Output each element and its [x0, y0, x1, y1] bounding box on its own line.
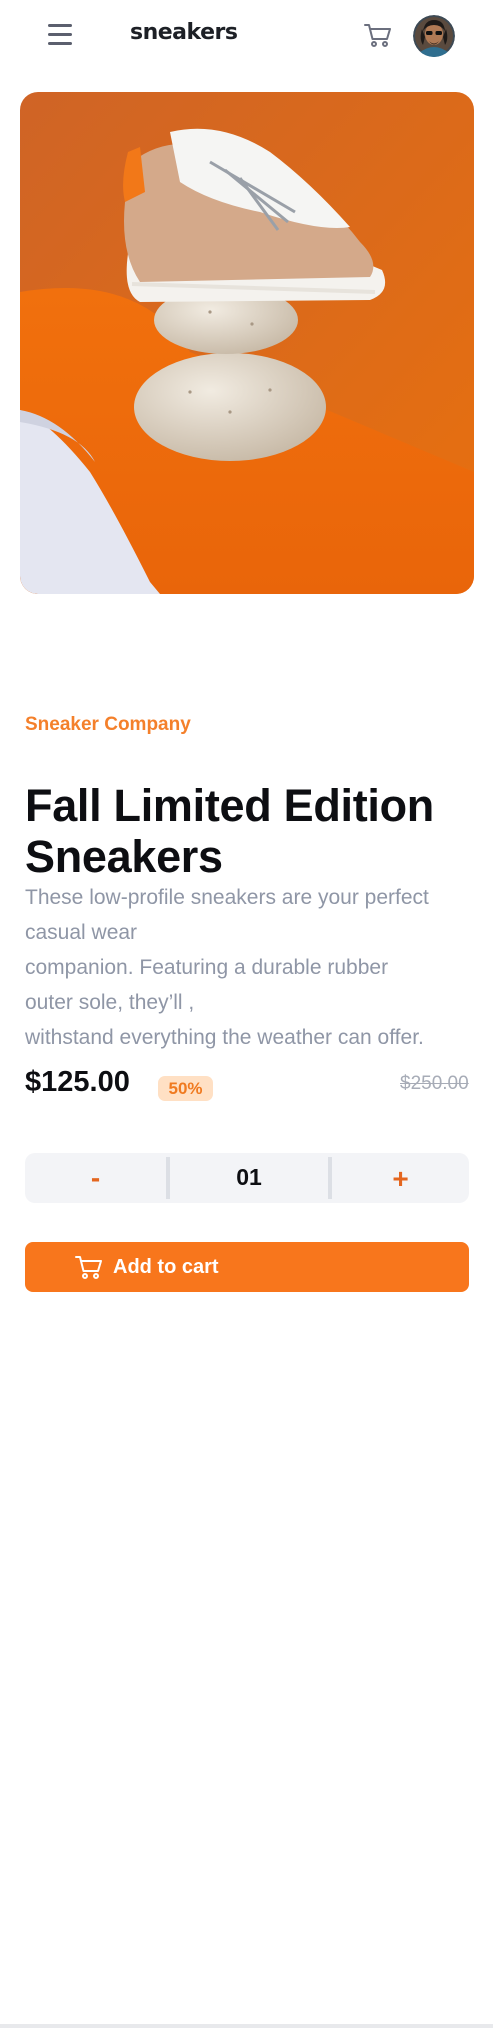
product-description: These low-profile sneakers are your perf… — [25, 880, 485, 1055]
logo[interactable]: sneakers — [130, 20, 238, 45]
cart-icon — [74, 1253, 104, 1281]
user-avatar[interactable] — [413, 15, 455, 57]
description-line: withstand everything the weather can off… — [25, 1026, 424, 1049]
description-line: These low-profile sneakers are your perf… — [25, 886, 429, 909]
product-title-line: Fall Limited Edition — [25, 780, 434, 831]
product-image[interactable] — [20, 92, 474, 594]
original-price: $250.00 — [400, 1073, 469, 1094]
hamburger-menu-icon[interactable] — [48, 24, 72, 46]
product-title: Fall Limited Edition Sneakers — [25, 780, 475, 882]
page-bottom-divider — [0, 2024, 493, 2028]
quantity-value: 01 — [236, 1164, 262, 1190]
top-navbar: sneakers — [0, 0, 493, 72]
decrease-quantity-button[interactable]: - — [25, 1153, 166, 1203]
quantity-stepper: - 01 + — [25, 1153, 469, 1203]
current-price: $125.00 — [25, 1066, 130, 1098]
increase-quantity-button[interactable]: + — [332, 1153, 469, 1203]
cart-icon[interactable] — [363, 20, 393, 50]
add-to-cart-button[interactable]: Add to cart — [25, 1242, 469, 1292]
discount-badge: 50% — [158, 1076, 213, 1101]
product-title-line: Sneakers — [25, 831, 223, 882]
add-to-cart-label: Add to cart — [113, 1256, 219, 1278]
description-line: casual wear — [25, 921, 138, 944]
company-name: Sneaker Company — [25, 714, 191, 735]
description-line: companion. Featuring a durable rubber — [25, 956, 389, 979]
description-line: outer sole, they’ll , — [25, 991, 195, 1014]
